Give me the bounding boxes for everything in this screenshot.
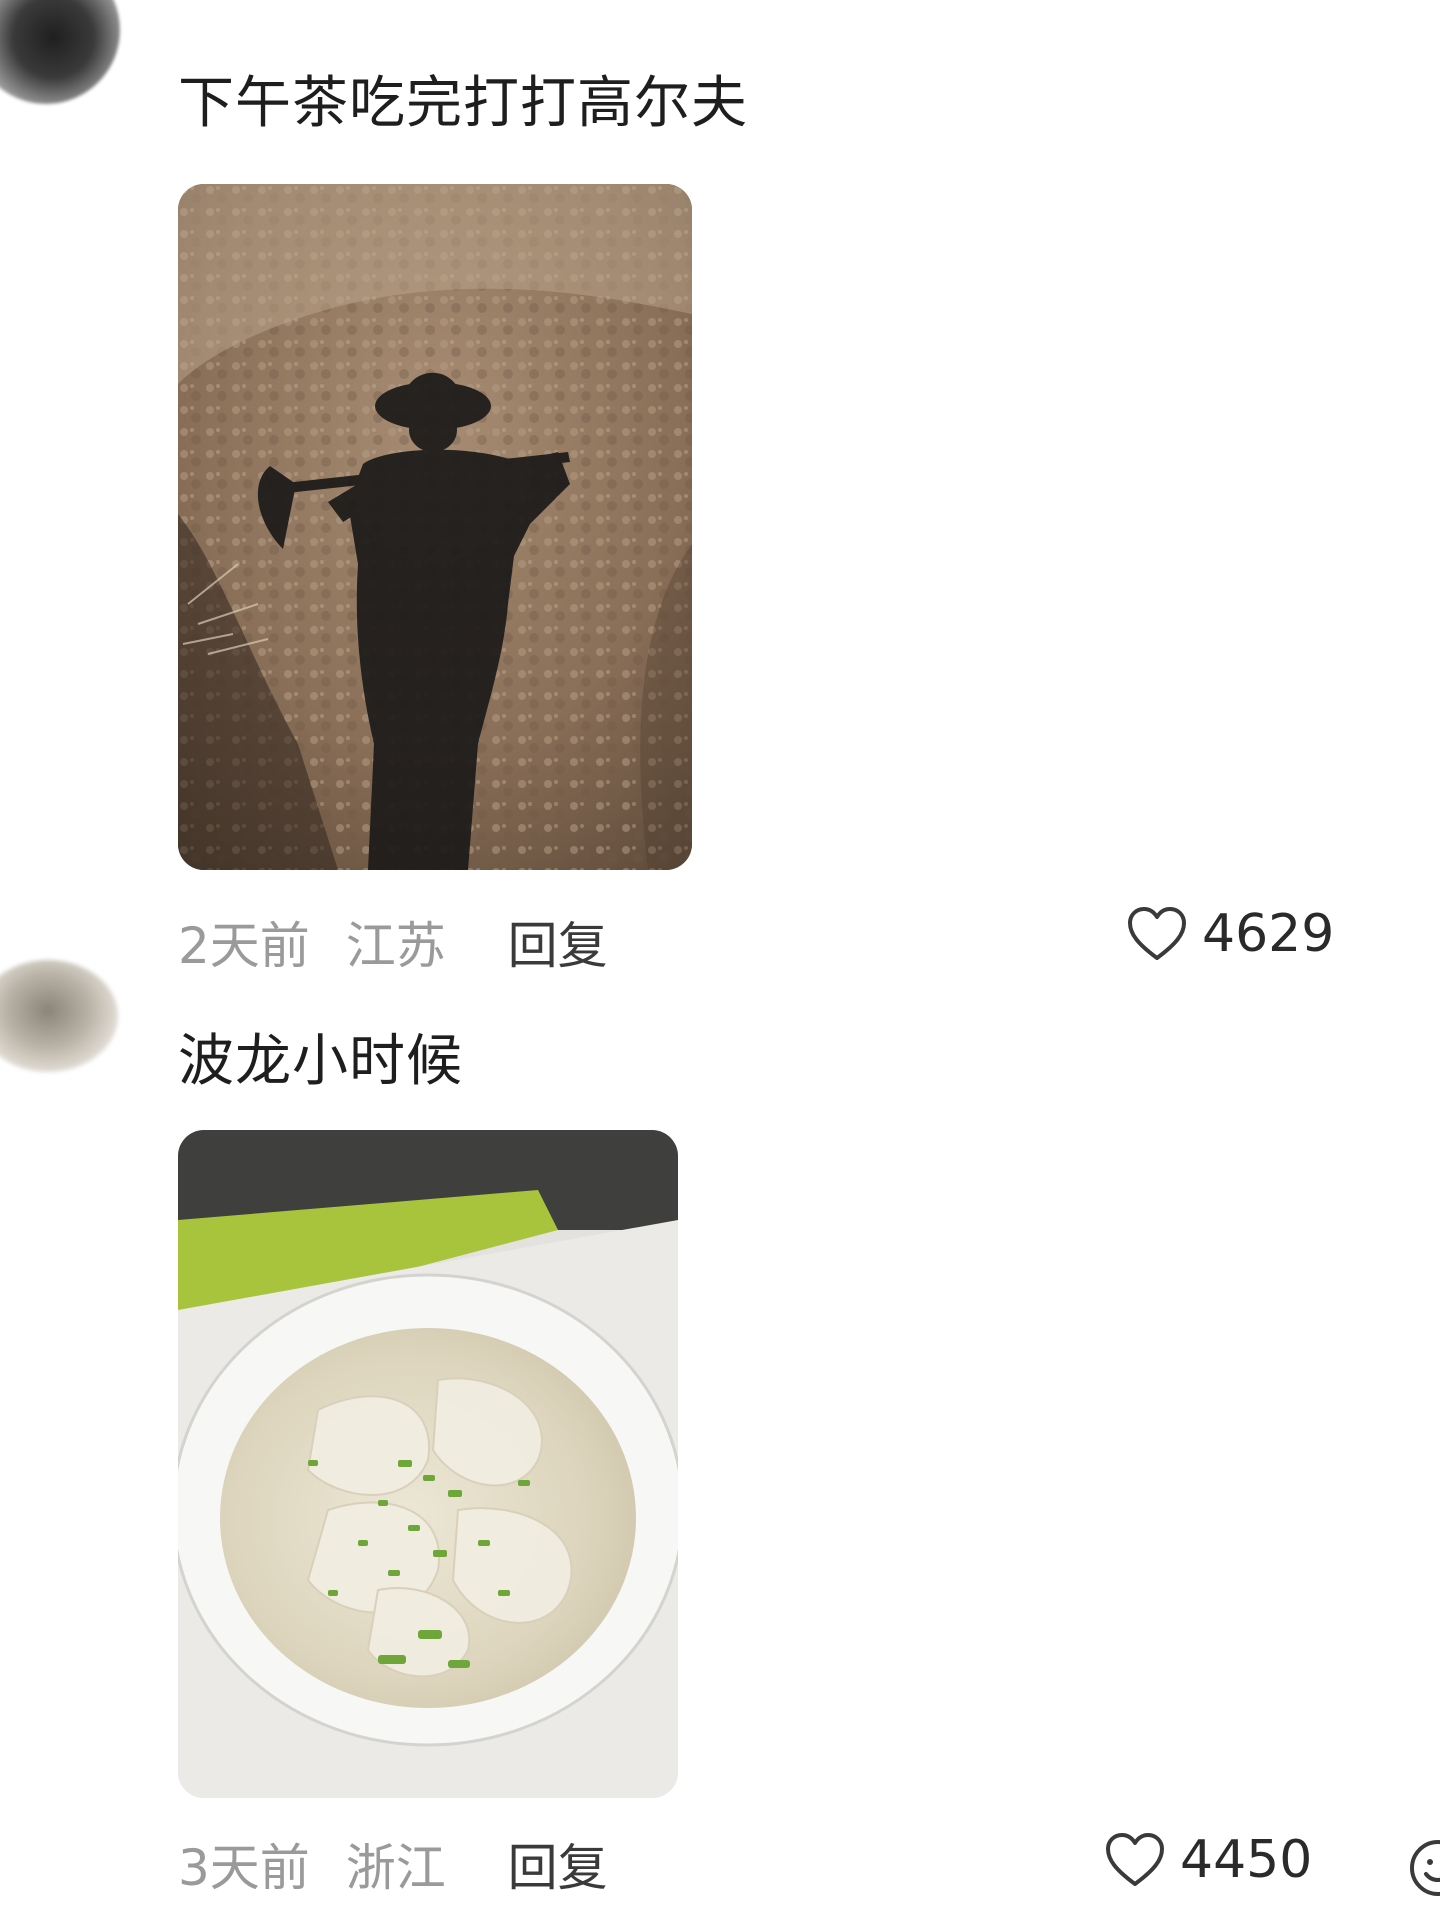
avatar[interactable] bbox=[0, 0, 120, 104]
comment-text: 下午茶吃完打打高尔夫 bbox=[178, 71, 748, 136]
like-count: 4629 bbox=[1202, 904, 1335, 964]
comment-text: 波龙小时候 bbox=[178, 1029, 463, 1094]
like-button[interactable]: 4450 bbox=[1104, 1830, 1312, 1890]
comment-time: 3天前 bbox=[178, 1839, 310, 1897]
comment-image[interactable] bbox=[178, 1130, 678, 1798]
heart-icon bbox=[1128, 907, 1186, 960]
reply-button[interactable]: 回复 bbox=[508, 1839, 608, 1897]
comment-location: 浙江 bbox=[345, 1839, 446, 1897]
soup-photo bbox=[178, 1130, 678, 1798]
avatar[interactable] bbox=[0, 960, 118, 1072]
comment-image[interactable] bbox=[178, 184, 692, 870]
comment-item: 下午茶吃完打打高尔夫 2天前 江苏 回复 4629 bbox=[0, 0, 1440, 975]
like-button[interactable]: 4629 bbox=[1126, 904, 1334, 964]
heart-icon bbox=[1106, 1833, 1164, 1886]
comment-item: 波龙小时候 3天前 浙江 回复 4450 bbox=[0, 960, 1440, 1920]
emoji-icon[interactable] bbox=[1408, 1838, 1440, 1898]
shadow-photo bbox=[178, 184, 692, 870]
comment-meta: 3天前 浙江 回复 bbox=[178, 1828, 608, 1900]
like-count: 4450 bbox=[1180, 1830, 1313, 1890]
